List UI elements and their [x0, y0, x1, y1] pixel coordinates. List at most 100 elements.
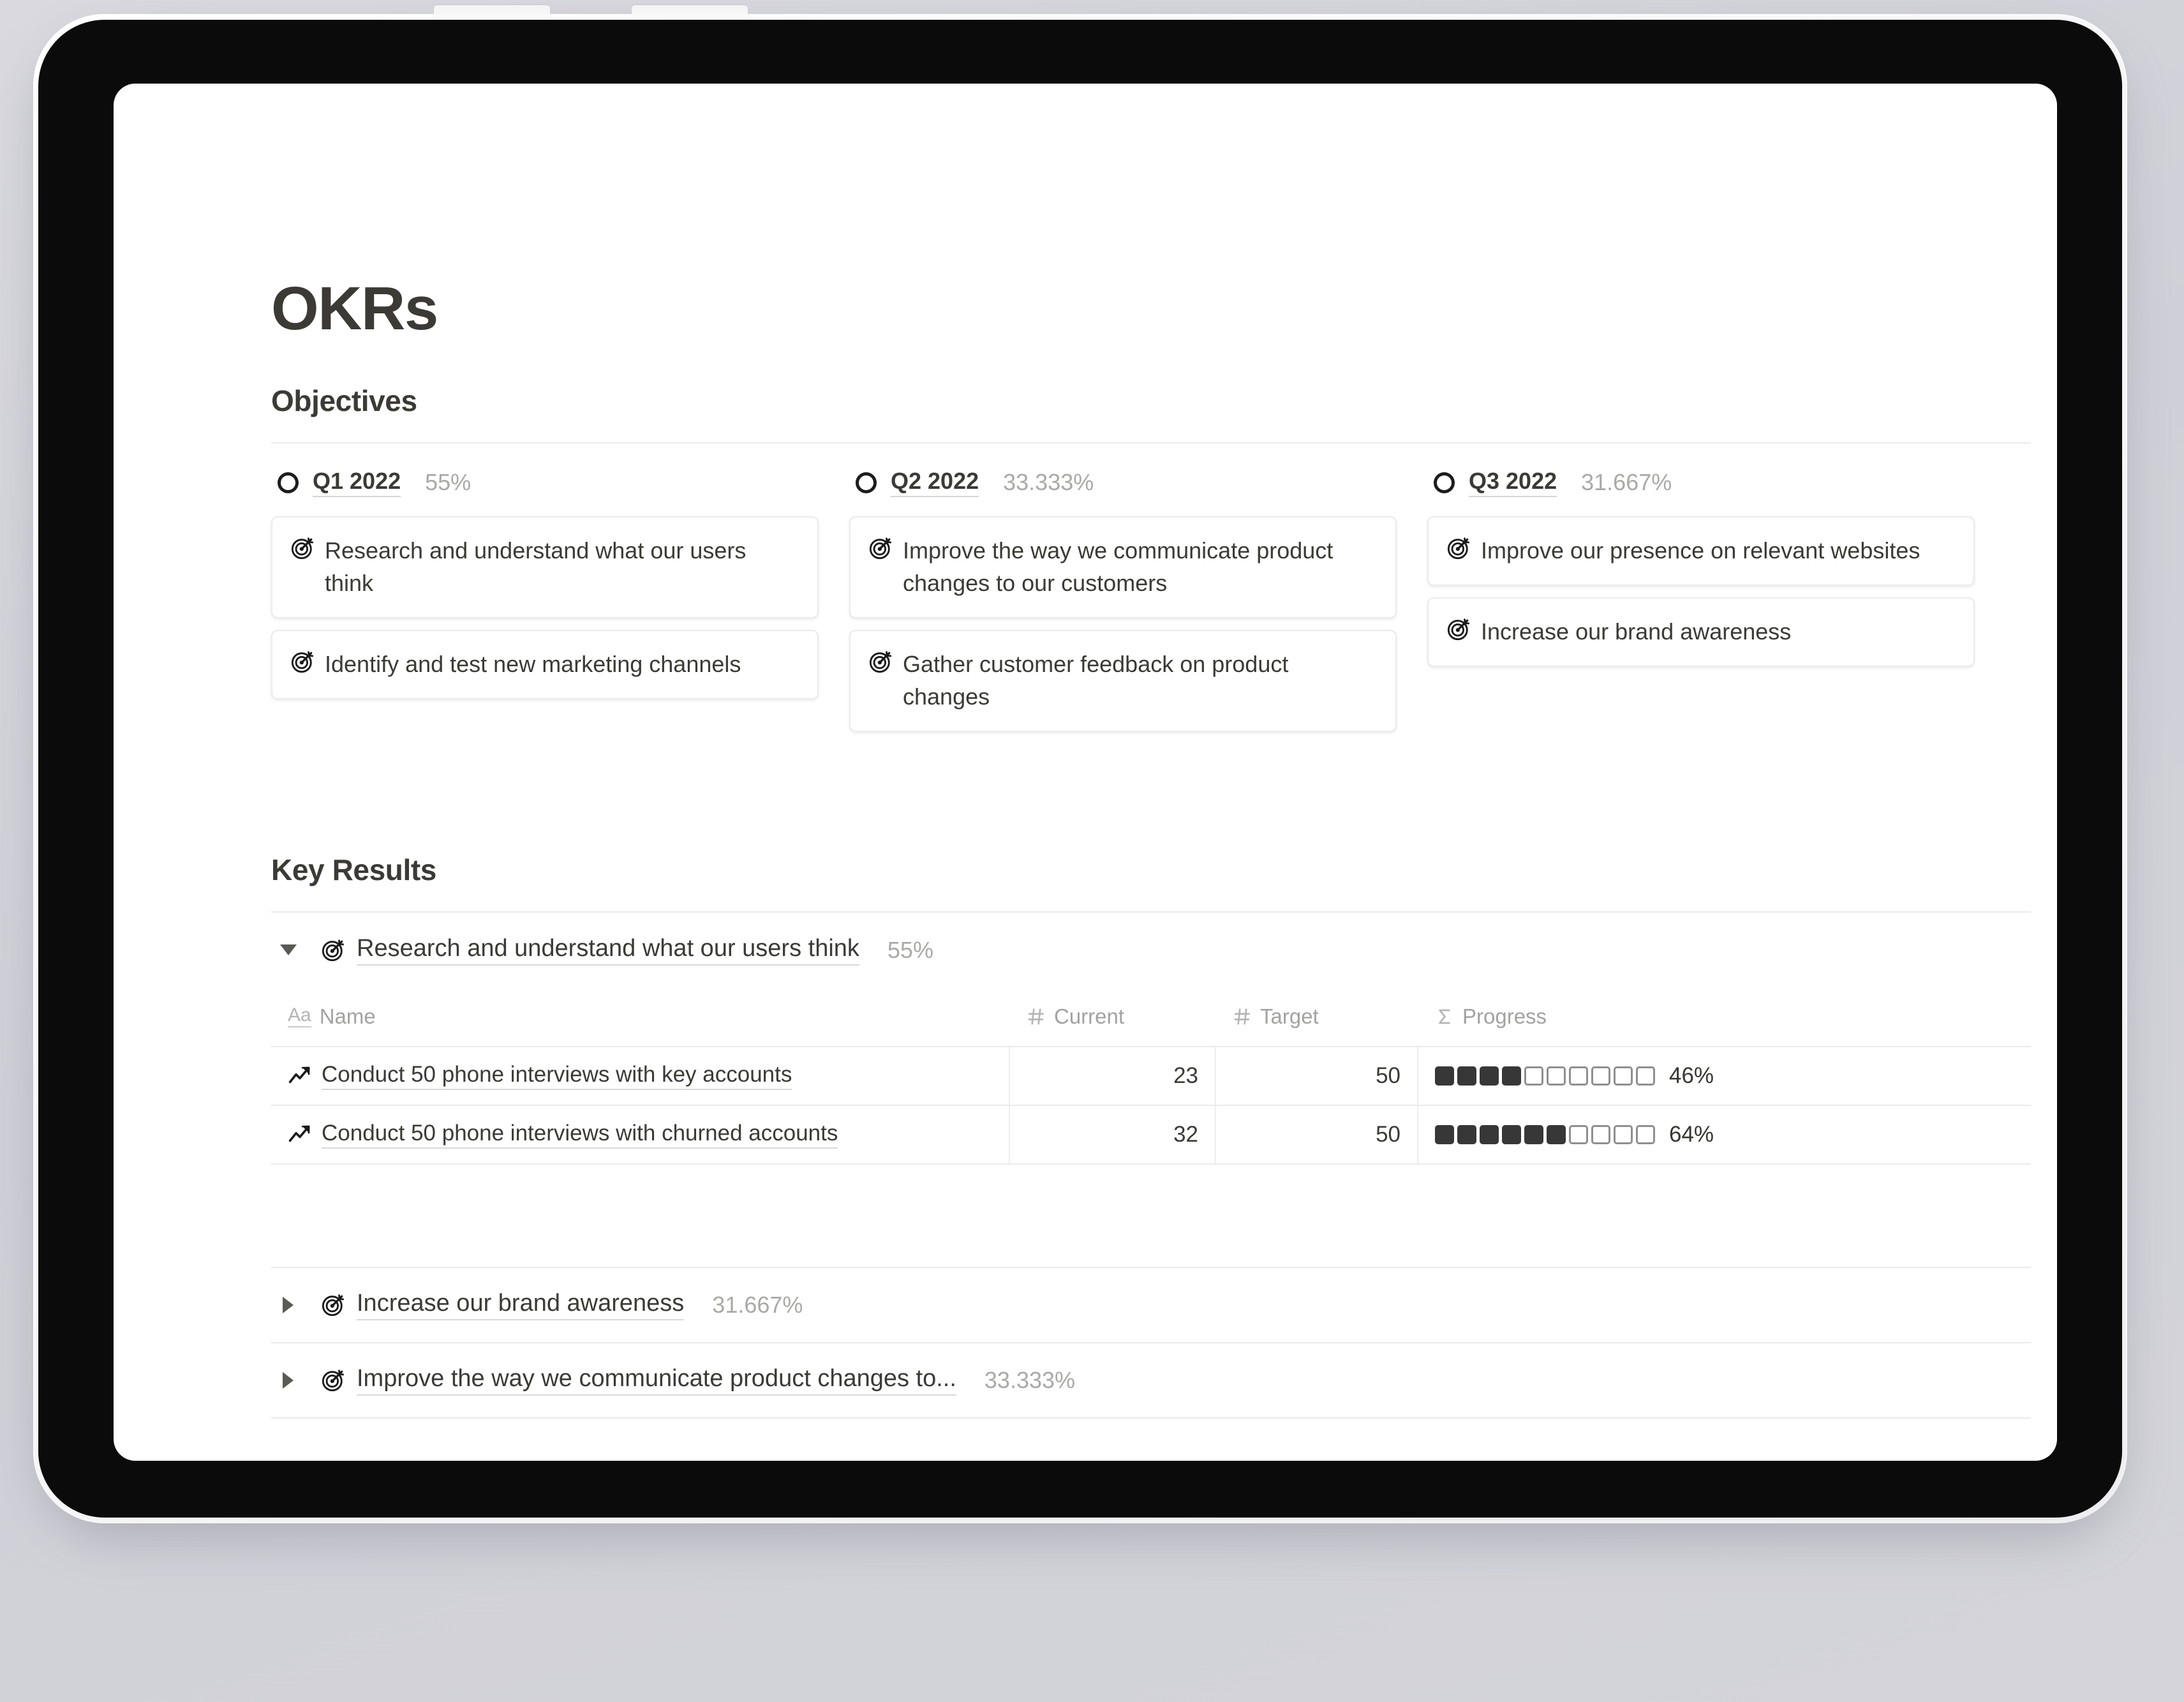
key-result-group-header[interactable]: Improve the way we communicate product c…	[271, 1343, 2031, 1417]
objective-column-name[interactable]: Q2 2022	[891, 468, 979, 497]
objective-card[interactable]: Research and understand what our users t…	[271, 516, 819, 619]
progress-square	[1569, 1125, 1588, 1144]
objective-card[interactable]: Improve our presence on relevant website…	[1427, 516, 1975, 586]
key-results-heading: Key Results	[271, 853, 436, 886]
row-target-cell[interactable]: 50	[1216, 1047, 1418, 1105]
column-header-label: Current	[1054, 1004, 1125, 1028]
progress-percent-label: 46%	[1669, 1063, 1714, 1088]
progress-square	[1524, 1125, 1543, 1144]
key-result-group-title[interactable]: Increase our brand awareness	[357, 1290, 685, 1320]
key-result-group-title[interactable]: Research and understand what our users t…	[357, 935, 859, 966]
key-result-group-percent: 55%	[887, 937, 933, 963]
objectives-heading: Objectives	[271, 384, 417, 417]
progress-square	[1569, 1066, 1588, 1086]
page-title: OKRs	[271, 274, 438, 343]
device-screen: OKRs Objectives Q1 2022 55% Research and u…	[114, 84, 2057, 1461]
key-result-group-header[interactable]: Increase our brand awareness 31.667%	[271, 1268, 2031, 1342]
objectives-divider	[271, 442, 2031, 444]
column-header-label: Progress	[1462, 1004, 1547, 1028]
target-icon	[868, 536, 893, 560]
row-progress-cell: 64%	[1418, 1106, 2031, 1163]
key-result-group-title[interactable]: Improve the way we communicate product c…	[357, 1365, 956, 1396]
objective-card-text: Improve the way we communicate product c…	[903, 537, 1333, 597]
progress-square	[1636, 1125, 1655, 1144]
target-icon	[290, 536, 315, 560]
target-icon	[321, 1368, 345, 1392]
objective-card[interactable]: Improve the way we communicate product c…	[849, 516, 1397, 619]
objective-column: Q3 2022 31.667% Improve our presence on re…	[1427, 460, 2005, 732]
progress-square	[1547, 1125, 1566, 1144]
progress-square	[1457, 1066, 1476, 1086]
objective-column-name[interactable]: Q1 2022	[313, 468, 401, 497]
objective-card[interactable]: Increase our brand awareness	[1427, 597, 1975, 668]
objective-card-text: Increase our brand awareness	[1481, 618, 1792, 645]
column-header-name[interactable]: Aa Name	[271, 1004, 1010, 1029]
target-icon	[1446, 617, 1471, 641]
table-row[interactable]: Conduct 50 phone interviews with churned…	[271, 1105, 2031, 1163]
number-type-icon	[1233, 1007, 1252, 1026]
objective-card-text: Gather customer feedback on product chan…	[903, 651, 1289, 710]
objective-card-text: Research and understand what our users t…	[325, 537, 747, 597]
key-result-group: Research and understand what our users t…	[271, 913, 2031, 1268]
column-header-current[interactable]: Current	[1010, 1004, 1216, 1029]
row-current-cell[interactable]: 23	[1010, 1047, 1216, 1105]
progress-square	[1435, 1066, 1454, 1086]
row-current-cell[interactable]: 32	[1010, 1106, 1216, 1163]
objective-column-header[interactable]: Q1 2022 55%	[271, 460, 819, 505]
target-icon	[290, 650, 315, 674]
column-header-progress[interactable]: Progress	[1418, 1004, 2031, 1029]
objective-card[interactable]: Identify and test new marketing channels	[271, 630, 819, 700]
objectives-board: Q1 2022 55% Research and understand what o…	[271, 460, 2031, 733]
key-result-table: Aa Name Current Target Progress Conduct 50 ph…	[271, 987, 2031, 1267]
circle-icon	[1434, 472, 1455, 493]
progress-square	[1480, 1125, 1499, 1144]
row-name-cell[interactable]: Conduct 50 phone interviews with key acc…	[271, 1047, 1010, 1105]
row-progress-cell: 46%	[1418, 1047, 2031, 1105]
objective-column-header[interactable]: Q3 2022 31.667%	[1427, 460, 1975, 505]
objective-column-name[interactable]: Q3 2022	[1469, 468, 1557, 497]
objective-column: Q2 2022 33.333% Improve the way we communi…	[849, 460, 1427, 733]
key-result-group-percent: 31.667%	[712, 1292, 803, 1318]
progress-square	[1502, 1125, 1521, 1144]
column-header-label: Target	[1260, 1004, 1319, 1028]
chevron-right-icon[interactable]	[278, 1370, 299, 1391]
objective-column: Q1 2022 55% Research and understand what o…	[271, 460, 849, 732]
trending-up-icon	[288, 1123, 312, 1147]
column-header-target[interactable]: Target	[1216, 1004, 1418, 1029]
progress-square	[1435, 1125, 1454, 1144]
progress-square	[1480, 1066, 1499, 1086]
target-icon	[868, 650, 893, 674]
objective-column-percent: 33.333%	[1003, 469, 1094, 495]
chevron-down-icon[interactable]	[278, 939, 299, 961]
objective-column-percent: 31.667%	[1581, 469, 1672, 495]
progress-square	[1614, 1125, 1633, 1144]
device-bezel: OKRs Objectives Q1 2022 55% Research and u…	[38, 20, 2122, 1518]
objective-card[interactable]: Gather customer feedback on product chan…	[849, 630, 1397, 733]
progress-percent-label: 64%	[1669, 1122, 1714, 1147]
new-row-placeholder[interactable]	[271, 1163, 2031, 1267]
volume-down-button[interactable]	[632, 5, 748, 19]
chevron-right-icon[interactable]	[278, 1294, 299, 1316]
key-result-group-divider	[271, 1417, 2031, 1419]
objective-column-header[interactable]: Q2 2022 33.333%	[849, 460, 1397, 505]
volume-up-button[interactable]	[434, 5, 550, 19]
progress-square	[1614, 1066, 1633, 1086]
key-result-group-percent: 33.333%	[984, 1367, 1076, 1393]
progress-bar	[1435, 1066, 1655, 1086]
progress-square	[1636, 1066, 1655, 1086]
okr-page: OKRs Objectives Q1 2022 55% Research and u…	[114, 84, 2057, 1461]
progress-square	[1547, 1066, 1566, 1086]
row-target-cell[interactable]: 50	[1216, 1106, 1418, 1163]
column-header-label: Name	[319, 1004, 376, 1028]
table-row[interactable]: Conduct 50 phone interviews with key acc…	[271, 1046, 2031, 1105]
key-result-table-header: Aa Name Current Target Progress	[271, 987, 2031, 1046]
progress-square	[1457, 1125, 1476, 1144]
row-name-text: Conduct 50 phone interviews with key acc…	[322, 1062, 792, 1090]
row-name-cell[interactable]: Conduct 50 phone interviews with churned…	[271, 1106, 1010, 1163]
progress-square	[1524, 1066, 1543, 1086]
circle-icon	[856, 472, 877, 493]
circle-icon	[278, 472, 299, 493]
key-result-group-header[interactable]: Research and understand what our users t…	[271, 913, 2031, 987]
target-icon	[1446, 536, 1471, 560]
key-result-group: Increase our brand awareness 31.667%	[271, 1268, 2031, 1343]
